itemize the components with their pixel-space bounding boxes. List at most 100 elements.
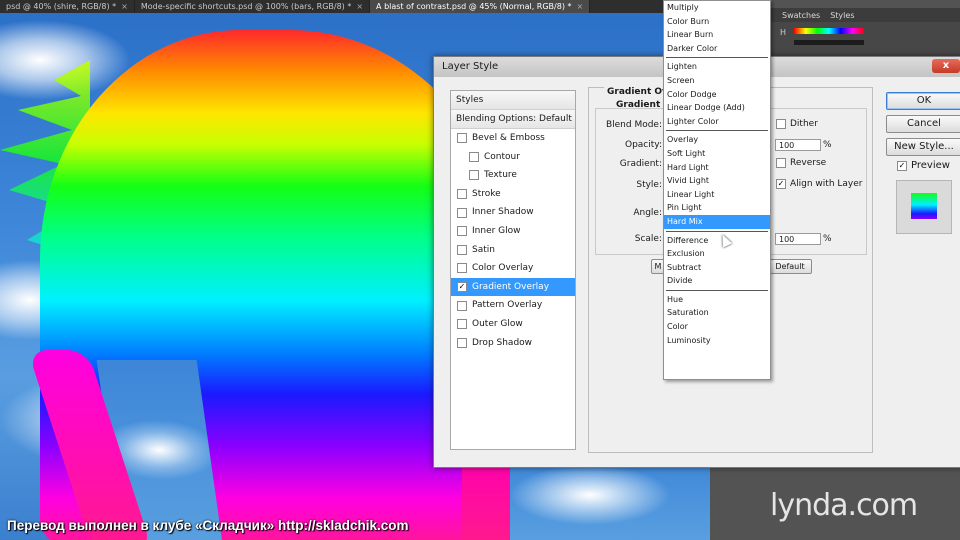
close-icon[interactable]: ×	[356, 0, 363, 13]
close-icon[interactable]: ×	[121, 0, 128, 13]
blend-mode-option[interactable]: Linear Light	[664, 188, 770, 202]
hue-label: H	[780, 28, 787, 37]
blend-mode-option[interactable]: Divide	[664, 274, 770, 288]
style-item[interactable]: ✓ Gradient Overlay	[451, 277, 575, 297]
style-item-label: Inner Shadow	[472, 207, 534, 218]
tab-document-1[interactable]: psd @ 40% (shire, RGB/8) * ×	[0, 0, 135, 13]
styles-header[interactable]: Styles	[451, 91, 575, 110]
style-item[interactable]: Inner Glow	[451, 222, 575, 241]
blend-mode-option[interactable]: Linear Burn	[664, 28, 770, 42]
preview-checkbox[interactable]: ✓ Preview	[897, 160, 950, 171]
style-item-label: Drop Shadow	[472, 337, 533, 348]
style-item[interactable]: Texture	[451, 166, 575, 185]
translation-caption: Перевод выполнен в клубе «Складчик» http…	[7, 518, 409, 533]
blend-mode-option[interactable]: Exclusion	[664, 247, 770, 261]
close-button[interactable]: x	[932, 59, 960, 73]
blend-mode-option[interactable]: Color Dodge	[664, 88, 770, 102]
style-item[interactable]: Inner Shadow	[451, 203, 575, 222]
lynda-watermark: lynda.com	[770, 488, 918, 523]
tab-document-3[interactable]: A blast of contrast.psd @ 45% (Normal, R…	[370, 0, 591, 13]
blend-mode-option[interactable]: Color Burn	[664, 15, 770, 29]
blend-mode-option[interactable]: Linear Dodge (Add)	[664, 101, 770, 115]
hue-slider[interactable]	[794, 28, 864, 34]
new-style-button[interactable]: New Style...	[886, 138, 960, 156]
style-item[interactable]: Contour	[451, 148, 575, 167]
blend-mode-option[interactable]: Hard Light	[664, 161, 770, 175]
style-item-label: Stroke	[472, 188, 501, 199]
style-checkbox[interactable]	[457, 263, 467, 274]
scale-percent: %	[823, 234, 832, 244]
reset-to-default-button[interactable]: Default	[768, 259, 812, 274]
blend-mode-option[interactable]: Hard Mix	[664, 214, 770, 229]
blend-mode-option[interactable]: Overlay	[664, 133, 770, 147]
cancel-button[interactable]: Cancel	[886, 115, 960, 133]
blending-options-item[interactable]: Blending Options: Default	[451, 110, 575, 129]
checkbox-box[interactable]	[776, 119, 786, 129]
style-checkbox[interactable]	[457, 207, 467, 218]
menu-separator	[664, 288, 770, 293]
style-checkbox[interactable]	[457, 337, 467, 348]
document-tabs: psd @ 40% (shire, RGB/8) * × Mode-specif…	[0, 0, 665, 13]
style-checkbox[interactable]	[469, 170, 479, 181]
checkbox-box[interactable]: ✓	[897, 160, 907, 171]
tab-swatches[interactable]: Swatches	[782, 11, 820, 20]
blend-mode-option[interactable]: Multiply	[664, 1, 770, 15]
style-checkbox[interactable]	[457, 319, 467, 330]
style-items: Bevel & Emboss Contour Texture Stroke Inner …	[451, 129, 575, 352]
blend-mode-option[interactable]: Difference	[664, 234, 770, 248]
style-item[interactable]: Bevel & Emboss	[451, 129, 575, 148]
blend-mode-option[interactable]: Color	[664, 320, 770, 334]
tab-document-2[interactable]: Mode-specific shortcuts.psd @ 100% (bars…	[135, 0, 371, 13]
angle-label: Angle:	[633, 208, 662, 218]
style-checkbox[interactable]	[457, 300, 467, 311]
align-with-layer-checkbox[interactable]: ✓ Align with Layer	[776, 179, 862, 189]
blend-mode-option[interactable]: Subtract	[664, 261, 770, 275]
style-checkbox[interactable]	[457, 189, 467, 200]
blend-mode-option[interactable]: Pin Light	[664, 201, 770, 215]
scale-input[interactable]: 100	[775, 233, 821, 245]
style-checkbox[interactable]	[457, 226, 467, 237]
style-item-label: Satin	[472, 244, 495, 255]
blend-mode-option[interactable]: Darker Color	[664, 42, 770, 56]
style-item[interactable]: Drop Shadow	[451, 334, 575, 353]
color-slider[interactable]	[794, 40, 864, 45]
style-checkbox[interactable]	[469, 151, 479, 162]
blend-mode-option[interactable]: Lighter Color	[664, 115, 770, 129]
style-checkbox[interactable]	[457, 244, 467, 255]
tab-styles[interactable]: Styles	[830, 11, 854, 20]
checkbox-box[interactable]: ✓	[776, 179, 786, 189]
scale-label: Scale:	[634, 234, 662, 244]
style-item[interactable]: Satin	[451, 241, 575, 260]
opacity-input[interactable]: 100	[775, 139, 821, 151]
opacity-percent: %	[823, 140, 832, 150]
blend-mode-option[interactable]: Vivid Light	[664, 174, 770, 188]
menu-separator	[664, 128, 770, 133]
dither-checkbox[interactable]: Dither	[776, 119, 818, 129]
reverse-checkbox[interactable]: Reverse	[776, 158, 826, 168]
ok-button[interactable]: OK	[886, 92, 960, 110]
tab-label: A blast of contrast.psd @ 45% (Normal, R…	[376, 2, 572, 11]
blend-mode-option[interactable]: Saturation	[664, 306, 770, 320]
blend-mode-option[interactable]: Soft Light	[664, 147, 770, 161]
style-item[interactable]: Stroke	[451, 185, 575, 204]
style-checkbox[interactable]: ✓	[457, 282, 467, 293]
style-checkbox[interactable]	[457, 133, 467, 144]
style-item[interactable]: Color Overlay	[451, 259, 575, 278]
blend-mode-option[interactable]: Screen	[664, 74, 770, 88]
dialog-title: Layer Style	[442, 61, 499, 72]
checkbox-box[interactable]	[776, 158, 786, 168]
blend-mode-option[interactable]: Luminosity	[664, 334, 770, 348]
style-item-label: Texture	[484, 170, 517, 181]
style-item[interactable]: Outer Glow	[451, 315, 575, 334]
style-item-label: Outer Glow	[472, 318, 523, 329]
preview-thumbnail	[896, 180, 952, 234]
blend-mode-option[interactable]: Hue	[664, 293, 770, 307]
menu-separator	[664, 55, 770, 60]
gradient-label: Gradient:	[619, 159, 662, 169]
style-item[interactable]: Pattern Overlay	[451, 296, 575, 315]
reverse-label: Reverse	[790, 158, 827, 168]
style-item-label: Contour	[484, 151, 520, 162]
preview-label: Preview	[911, 160, 950, 171]
blend-mode-option[interactable]: Lighten	[664, 60, 770, 74]
close-icon[interactable]: ×	[577, 0, 584, 13]
